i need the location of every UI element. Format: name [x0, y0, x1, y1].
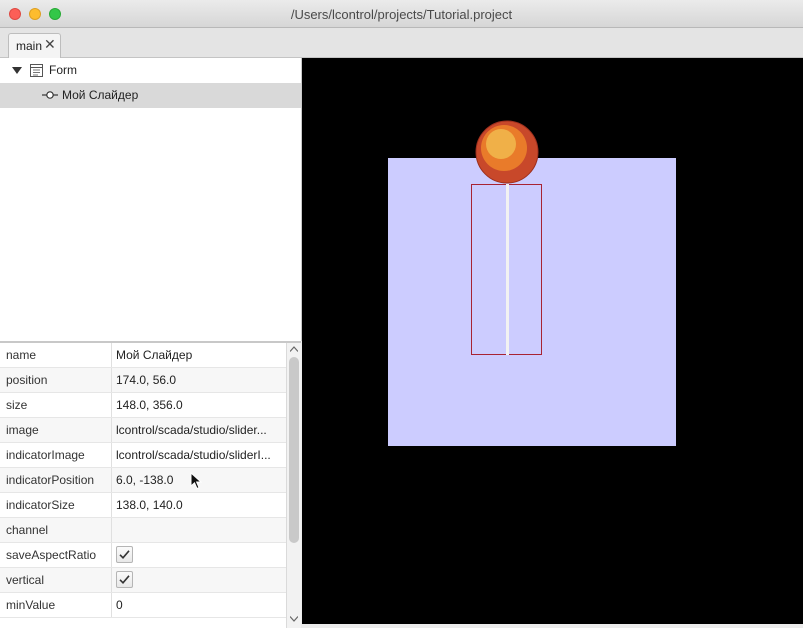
column-divider [111, 493, 112, 517]
expand-arrow-icon[interactable] [12, 67, 22, 74]
property-value[interactable]: Мой Слайдер [116, 348, 282, 362]
slider-component-icon [42, 91, 58, 99]
close-tab-icon[interactable]: ✕ [44, 36, 56, 53]
property-name: position [6, 373, 48, 387]
column-divider [111, 443, 112, 467]
checkmark-icon [119, 550, 130, 559]
column-divider [111, 518, 112, 542]
tree-item-slider[interactable]: Мой Слайдер [0, 83, 301, 108]
property-value[interactable]: 138.0, 140.0 [116, 498, 282, 512]
property-name: indicatorSize [6, 498, 75, 512]
scrollbar-thumb[interactable] [289, 357, 299, 543]
column-divider [111, 393, 112, 417]
property-name: size [6, 398, 28, 412]
vertical-checkbox[interactable] [116, 571, 133, 588]
property-value[interactable]: 148.0, 356.0 [116, 398, 282, 412]
property-name: indicatorImage [6, 448, 85, 462]
column-divider [111, 568, 112, 592]
scroll-down-arrow-icon[interactable] [290, 616, 298, 622]
property-name: indicatorPosition [6, 473, 95, 487]
window-title: /Users/lcontrol/projects/Tutorial.projec… [290, 7, 513, 22]
property-row-indicator-image[interactable]: indicatorImage lcontrol/scada/studio/sli… [0, 443, 286, 468]
property-value[interactable]: 0 [116, 598, 282, 612]
property-row-indicator-size[interactable]: indicatorSize 138.0, 140.0 [0, 493, 286, 518]
property-row-position[interactable]: position 174.0, 56.0 [0, 368, 286, 393]
column-divider [111, 343, 112, 367]
property-row-size[interactable]: size 148.0, 356.0 [0, 393, 286, 418]
tab-label: main [16, 39, 43, 53]
slider-knob[interactable] [475, 120, 539, 184]
title-bar: /Users/lcontrol/projects/Tutorial.projec… [0, 0, 803, 28]
column-divider [111, 418, 112, 442]
tab-bar: main ✕ [0, 28, 803, 58]
slider-track [506, 184, 509, 355]
tree-item-label: Form [49, 63, 77, 77]
property-name: saveAspectRatio [6, 548, 97, 562]
column-divider [111, 368, 112, 392]
property-row-vertical[interactable]: vertical [0, 568, 286, 593]
property-name: channel [6, 523, 49, 537]
form-icon [30, 64, 43, 77]
scroll-up-arrow-icon[interactable] [290, 346, 298, 352]
save-aspect-ratio-checkbox[interactable] [116, 546, 133, 563]
property-row-channel[interactable]: channel [0, 518, 286, 543]
property-name: image [6, 423, 39, 437]
property-name: name [6, 348, 37, 362]
tree-item-form[interactable]: Form [0, 58, 301, 83]
property-name: minValue [6, 598, 56, 612]
column-divider [111, 593, 112, 617]
tree-item-label: Мой Слайдер [62, 88, 139, 102]
property-row-image[interactable]: image lcontrol/scada/studio/slider... [0, 418, 286, 443]
property-row-indicator-position[interactable]: indicatorPosition 6.0, -138.0 [0, 468, 286, 493]
property-name: vertical [6, 573, 45, 587]
application-window: /Users/lcontrol/projects/Tutorial.projec… [0, 0, 803, 628]
column-divider [111, 543, 112, 567]
property-value[interactable]: lcontrol/scada/studio/slider... [116, 423, 282, 437]
property-value[interactable]: lcontrol/scada/studio/sliderI... [116, 448, 282, 462]
property-row-min-value[interactable]: minValue 0 [0, 593, 286, 618]
property-row-save-aspect-ratio[interactable]: saveAspectRatio [0, 543, 286, 568]
property-scrollbar[interactable] [286, 343, 301, 628]
property-value[interactable]: 174.0, 56.0 [116, 373, 282, 387]
design-canvas[interactable] [302, 58, 803, 624]
component-tree: Form Мой Слайдер [0, 58, 302, 341]
mouse-cursor-icon [190, 472, 202, 490]
property-row-name[interactable]: name Мой Слайдер [0, 343, 286, 368]
property-table: name Мой Слайдер position 174.0, 56.0 si… [0, 343, 286, 628]
tab-main[interactable]: main ✕ [8, 33, 61, 58]
column-divider [111, 468, 112, 492]
checkmark-icon [119, 575, 130, 584]
